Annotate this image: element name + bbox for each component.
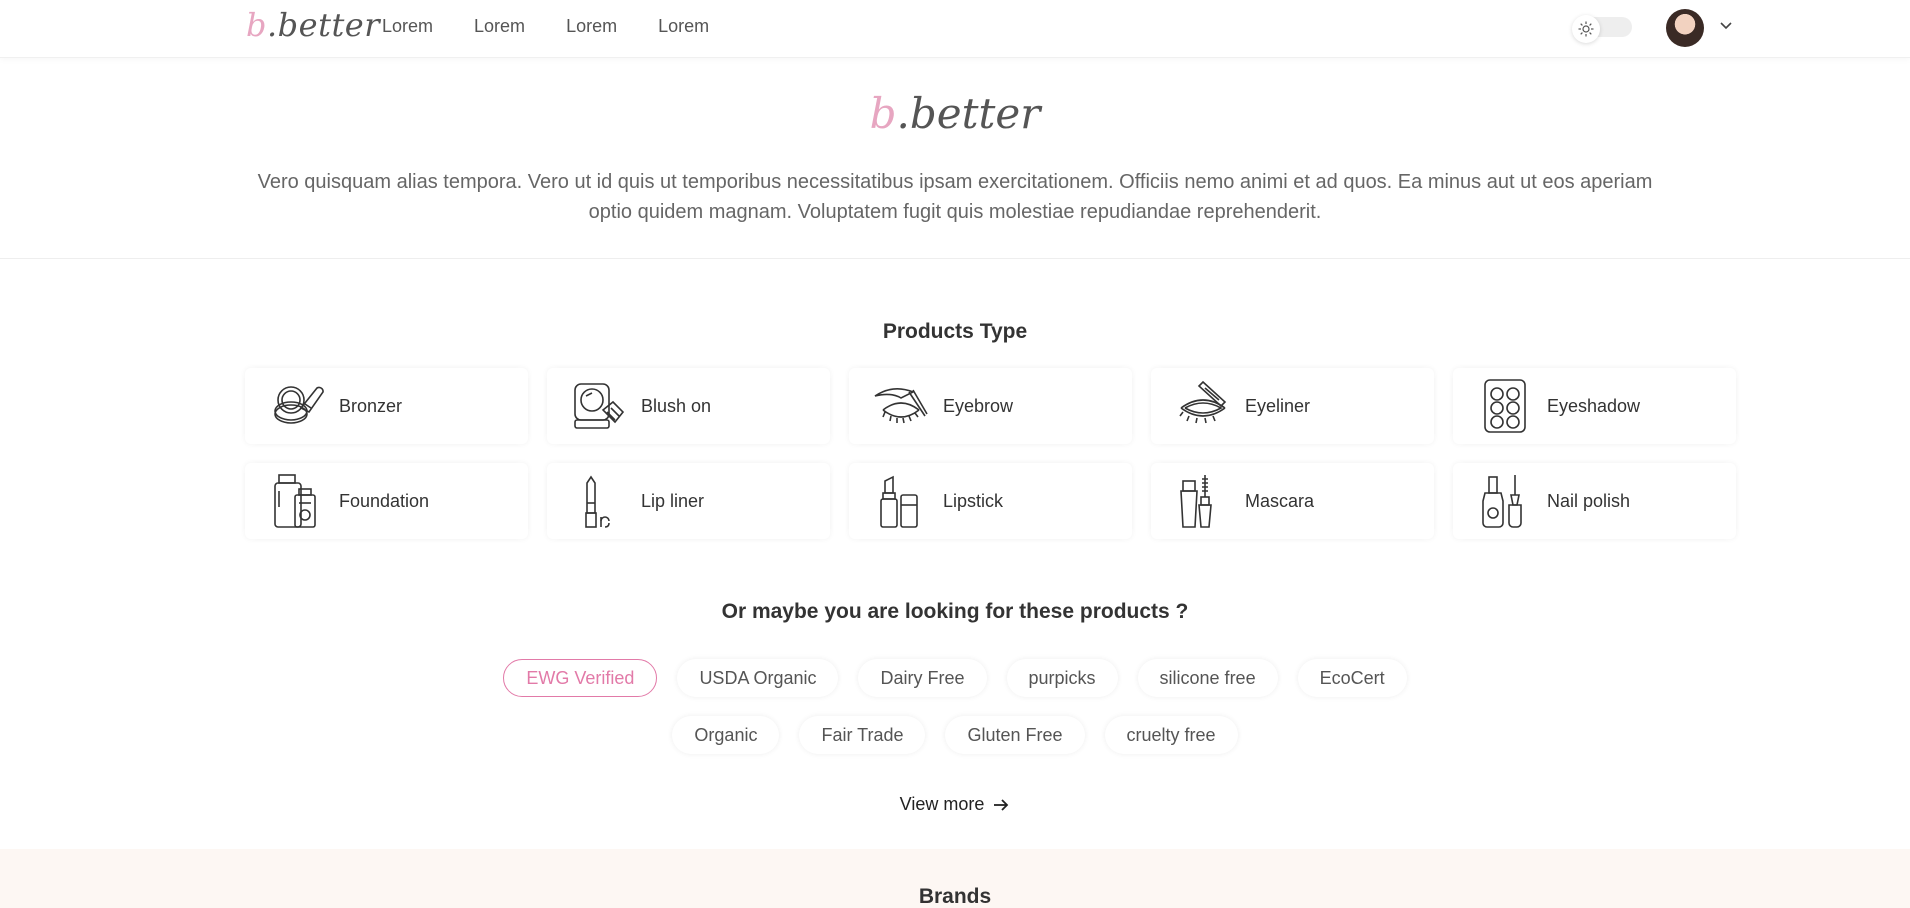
lip-liner-icon	[585, 475, 610, 528]
product-card-nail-polish[interactable]: Nail polish	[1453, 463, 1736, 539]
arrow-right-icon	[994, 798, 1009, 811]
brands-title: Brands	[918, 885, 992, 908]
tag-silicone-free[interactable]: silicone free	[1137, 659, 1278, 697]
bronzer-icon	[274, 386, 324, 424]
avatar[interactable]	[1666, 9, 1704, 47]
brands-section: Brands	[0, 849, 1910, 908]
eyeshadow-icon	[1484, 379, 1526, 433]
main-nav: Lorem Lorem Lorem Lorem	[382, 16, 709, 37]
nail-polish-icon	[1482, 475, 1522, 528]
blush-icon	[574, 383, 625, 429]
tag-ecocert[interactable]: EcoCert	[1297, 659, 1407, 697]
eyebrow-icon	[874, 388, 928, 424]
tag-cruelty-free[interactable]: cruelty free	[1104, 716, 1238, 754]
nav-link-3[interactable]: Lorem	[566, 16, 617, 37]
nav-link-1[interactable]: Lorem	[382, 16, 433, 37]
hero-logo: b.better	[869, 89, 1041, 138]
tag-ewg-verified[interactable]: EWG Verified	[503, 659, 658, 697]
eyeliner-icon	[1179, 380, 1227, 424]
product-card-blush-on[interactable]: Blush on	[547, 368, 830, 444]
tag-organic[interactable]: Organic	[672, 716, 780, 754]
product-card-lip-liner[interactable]: Lip liner	[547, 463, 830, 539]
foundation-icon	[274, 474, 316, 528]
product-type-grid: Bronzer Blush on Eyebrow Eyeliner Eyesha…	[245, 368, 1737, 539]
nav-link-2[interactable]: Lorem	[474, 16, 525, 37]
product-card-lipstick[interactable]: Lipstick	[849, 463, 1132, 539]
theme-toggle[interactable]	[1570, 13, 1634, 43]
hero-section: b.better Vero quisquam alias tempora. Ve…	[0, 59, 1910, 259]
sun-icon	[1572, 15, 1600, 43]
mascara-icon	[1180, 475, 1212, 528]
tag-gluten-free[interactable]: Gluten Free	[945, 716, 1085, 754]
logo[interactable]: b.better	[246, 6, 380, 44]
products-title: Products Type	[882, 320, 1028, 343]
tag-usda-organic[interactable]: USDA Organic	[677, 659, 839, 697]
view-more-link[interactable]: View more	[0, 794, 1910, 815]
lipstick-icon	[880, 475, 918, 528]
product-card-eyebrow[interactable]: Eyebrow	[849, 368, 1132, 444]
tag-dairy-free[interactable]: Dairy Free	[858, 659, 987, 697]
nav-link-4[interactable]: Lorem	[658, 16, 709, 37]
top-navbar: b.better Lorem Lorem Lorem Lorem	[0, 0, 1910, 58]
product-card-bronzer[interactable]: Bronzer	[245, 368, 528, 444]
tags-row-1: EWG Verified USDA Organic Dairy Free pur…	[0, 659, 1910, 697]
product-card-mascara[interactable]: Mascara	[1151, 463, 1434, 539]
tags-title: Or maybe you are looking for these produ…	[721, 600, 1189, 623]
chevron-down-icon[interactable]	[1716, 16, 1736, 36]
tag-purpicks[interactable]: purpicks	[1006, 659, 1118, 697]
tag-fair-trade[interactable]: Fair Trade	[799, 716, 926, 754]
product-card-eyeshadow[interactable]: Eyeshadow	[1453, 368, 1736, 444]
product-card-eyeliner[interactable]: Eyeliner	[1151, 368, 1434, 444]
hero-description: Vero quisquam alias tempora. Vero ut id …	[257, 171, 1653, 223]
tags-row-2: Organic Fair Trade Gluten Free cruelty f…	[0, 716, 1910, 754]
product-card-foundation[interactable]: Foundation	[245, 463, 528, 539]
